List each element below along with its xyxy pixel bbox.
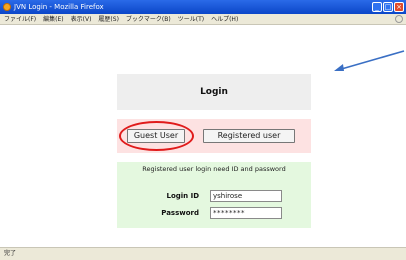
title-bar: JVN Login - Mozilla Firefox _ □ × <box>0 0 406 14</box>
menu-history[interactable]: 履歴(S) <box>98 14 119 24</box>
throbber-icon <box>395 15 403 23</box>
guest-highlight-circle <box>119 121 194 151</box>
login-heading: Login <box>200 87 228 97</box>
menu-file[interactable]: ファイル(F) <box>4 14 36 24</box>
browser-window: JVN Login - Mozilla Firefox _ □ × ファイル(F… <box>0 0 406 260</box>
login-header-panel: Login <box>117 74 311 110</box>
pointer-arrow-icon <box>334 50 405 71</box>
close-button[interactable]: × <box>394 2 404 12</box>
registered-user-button[interactable]: Registered user <box>203 129 295 143</box>
password-input[interactable]: ******** <box>210 207 282 219</box>
menu-edit[interactable]: 編集(E) <box>43 14 63 24</box>
menu-view[interactable]: 表示(V) <box>71 14 92 24</box>
menu-bookmarks[interactable]: ブックマーク(B) <box>126 14 171 24</box>
maximize-button[interactable]: □ <box>383 2 393 12</box>
firefox-icon <box>3 3 11 11</box>
login-id-input[interactable]: yshirose <box>210 190 282 202</box>
status-bar: 完了 <box>0 247 406 260</box>
password-label: Password <box>161 209 199 217</box>
form-description: Registered user login need ID and passwo… <box>142 165 286 173</box>
login-form-panel: Registered user login need ID and passwo… <box>117 162 311 228</box>
login-id-label: Login ID <box>166 192 199 200</box>
window-controls: _ □ × <box>372 2 404 12</box>
menu-help[interactable]: ヘルプ(H) <box>211 14 238 24</box>
window-title: JVN Login - Mozilla Firefox <box>14 3 104 11</box>
menu-bar: ファイル(F) 編集(E) 表示(V) 履歴(S) ブックマーク(B) ツール(… <box>0 14 406 25</box>
status-text: 完了 <box>4 250 17 257</box>
minimize-button[interactable]: _ <box>372 2 382 12</box>
menu-tools[interactable]: ツール(T) <box>178 14 204 24</box>
